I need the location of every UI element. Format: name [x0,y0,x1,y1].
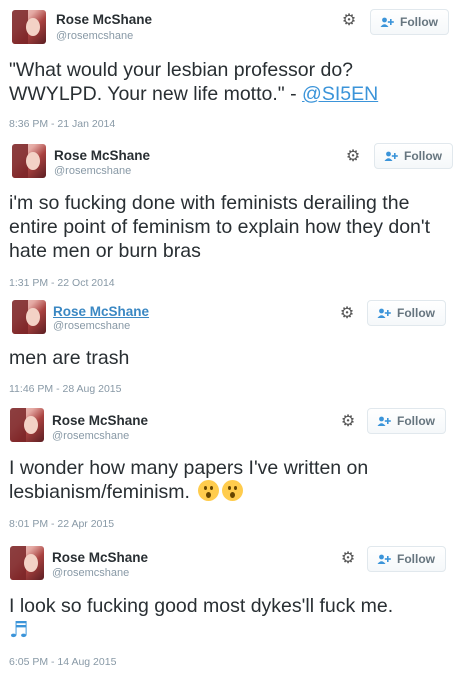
tweet-text: I wonder how many papers I've written on… [9,456,429,504]
tweet-text-body: I wonder how many papers I've written on… [9,457,369,503]
add-user-icon [377,308,391,318]
display-name[interactable]: Rose McShane [56,12,152,27]
follow-label: Follow [404,149,442,163]
tweet: Rose McShane @rosemcshane ⚙ Follow I loo… [0,538,458,676]
user-handle[interactable]: @rosemcshane [54,165,131,177]
user-handle[interactable]: @rosemcshane [52,567,129,579]
tweet-text: "What would your lesbian professor do? W… [9,58,449,106]
avatar[interactable] [12,144,46,178]
follow-button[interactable]: Follow [374,143,453,169]
user-handle[interactable]: @rosemcshane [56,30,133,42]
avatar[interactable] [12,10,46,44]
timestamp[interactable]: 11:46 PM - 28 Aug 2015 [9,383,121,395]
follow-button[interactable]: Follow [370,9,449,35]
display-name[interactable]: Rose McShane [52,413,148,428]
follow-button[interactable]: Follow [367,300,446,326]
tweet-text: I look so fucking good most dykes'll fuc… [9,595,394,617]
user-handle[interactable]: @rosemcshane [52,430,129,442]
astonished-face-emoji [198,480,220,501]
timestamp[interactable]: 6:05 PM - 14 Aug 2015 [9,656,116,668]
follow-label: Follow [397,414,435,428]
timestamp[interactable]: 8:01 PM - 22 Apr 2015 [9,518,114,530]
avatar[interactable] [12,300,46,334]
add-user-icon [380,17,394,27]
display-name[interactable]: Rose McShane [53,304,149,319]
tweet: Rose McShane @rosemcshane ⚙ Follow "What… [0,0,458,140]
gear-icon[interactable]: ⚙ [340,551,356,567]
avatar[interactable] [10,408,44,442]
timestamp[interactable]: 8:36 PM - 21 Jan 2014 [9,118,115,130]
add-user-icon [377,554,391,564]
follow-button[interactable]: Follow [367,546,446,572]
tweet-text: i'm so fucking done with feminists derai… [9,192,431,262]
timestamp[interactable]: 1:31 PM - 22 Oct 2014 [9,277,115,289]
mention-link[interactable]: @SI5EN [302,83,378,105]
display-name[interactable]: Rose McShane [52,550,148,565]
add-user-icon [384,151,398,161]
musical-notes-emoji: ♬ [9,618,29,643]
astonished-face-emoji [222,480,244,501]
gear-icon[interactable]: ⚙ [341,13,357,29]
follow-label: Follow [397,552,435,566]
follow-label: Follow [400,15,438,29]
gear-icon[interactable]: ⚙ [339,306,355,322]
tweet: Rose McShane @rosemcshane ⚙ Follow I won… [0,400,458,536]
gear-icon[interactable]: ⚙ [345,149,361,165]
display-name[interactable]: Rose McShane [54,148,150,163]
follow-label: Follow [397,306,435,320]
add-user-icon [377,416,391,426]
tweet: Rose McShane @rosemcshane ⚙ Follow men a… [0,292,458,398]
tweet-text: men are trash [9,347,130,369]
follow-button[interactable]: Follow [367,408,446,434]
tweet: Rose McShane @rosemcshane ⚙ Follow i'm s… [0,140,458,292]
avatar[interactable] [10,546,44,580]
gear-icon[interactable]: ⚙ [340,414,356,430]
user-handle[interactable]: @rosemcshane [53,320,130,332]
